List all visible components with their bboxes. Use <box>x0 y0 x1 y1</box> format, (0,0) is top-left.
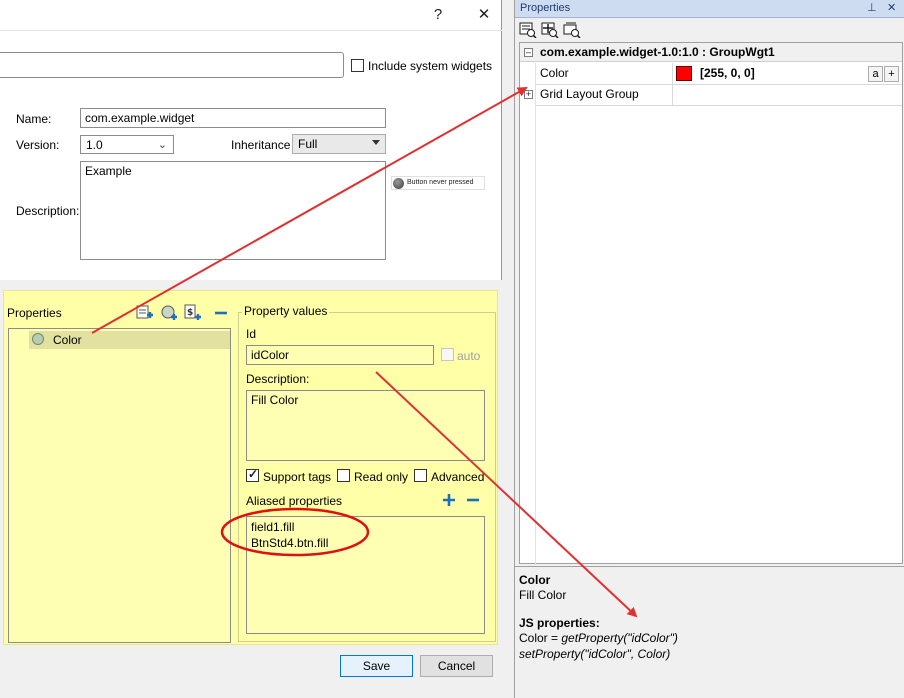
properties-view-icon[interactable] <box>519 22 537 39</box>
row-divider <box>535 84 902 85</box>
info-description: Fill Color <box>519 588 567 602</box>
property-info: Color Fill Color JS properties: Color = … <box>515 566 904 698</box>
grid-gutter <box>535 63 536 565</box>
js-getter-prefix: Color = <box>519 631 562 645</box>
version-label: Version: <box>16 138 60 152</box>
aliased-properties-label: Aliased properties <box>246 494 343 508</box>
version-value: 1.0 <box>86 138 103 152</box>
color-swatch[interactable] <box>676 66 692 81</box>
remove-alias-icon[interactable] <box>464 491 482 509</box>
id-field[interactable]: idColor <box>246 345 434 365</box>
include-system-widgets-label: Include system widgets <box>368 59 493 73</box>
list-item[interactable]: Color <box>29 331 230 349</box>
support-tags-label: Support tags <box>263 470 332 484</box>
property-item-label: Color <box>53 333 82 347</box>
js-title: JS properties: <box>519 616 600 630</box>
properties-panel: Properties ⊥ ✕ – com.example.widget-1.0:… <box>514 0 904 698</box>
property-name: Color <box>540 66 569 80</box>
js-getter-call: getProperty("idColor") <box>561 631 678 645</box>
remove-property-icon[interactable] <box>212 304 230 322</box>
inheritance-label: Inheritance <box>231 138 291 152</box>
property-value[interactable]: [255, 0, 0] <box>700 63 755 83</box>
description-label: Description: <box>16 204 80 218</box>
aliased-properties-list: field1.fill BtnStd4.btn.fill <box>246 516 485 634</box>
row-divider <box>535 105 902 106</box>
include-system-widgets-checkbox[interactable] <box>351 59 364 72</box>
properties-titlebar: Properties ⊥ ✕ <box>515 0 904 18</box>
help-button[interactable]: ? <box>424 4 452 26</box>
svg-text:$: $ <box>187 308 193 318</box>
name-field[interactable]: com.example.widget <box>80 108 386 128</box>
property-description-label: Description: <box>246 372 310 386</box>
widget-preview: Button never pressed <box>391 176 485 190</box>
advanced-checkbox[interactable] <box>414 469 427 482</box>
property-row-color[interactable]: Color [255, 0, 0] a + <box>520 63 902 84</box>
name-label: Name: <box>16 112 52 126</box>
property-description-field[interactable]: Fill Color <box>246 390 485 461</box>
collapse-icon[interactable]: – <box>524 48 533 57</box>
read-only-label: Read only <box>354 470 409 484</box>
title-separator <box>0 30 502 31</box>
js-getter: Color = getProperty("idColor") <box>519 631 678 645</box>
add-value-property-icon[interactable]: $ <box>184 304 202 322</box>
property-name: Grid Layout Group <box>540 87 639 101</box>
chevron-down-icon: ⌄ <box>157 139 167 151</box>
list-item[interactable]: BtnStd4.btn.fill <box>251 536 328 550</box>
info-title: Color <box>519 573 551 587</box>
auto-checkbox[interactable] <box>441 348 454 361</box>
preview-text: Button never pressed <box>407 179 474 186</box>
events-view-icon[interactable] <box>541 22 559 39</box>
cancel-button[interactable]: Cancel <box>420 655 493 677</box>
preview-button-icon <box>393 178 404 189</box>
filter-view-icon[interactable] <box>563 22 581 39</box>
add-property-icon[interactable] <box>136 304 154 322</box>
properties-title: Properties <box>520 2 571 14</box>
js-setter: setProperty("idColor", Color) <box>519 647 671 661</box>
properties-label: Properties <box>7 306 62 320</box>
description-field[interactable]: Example <box>80 161 386 260</box>
list-item[interactable]: field1.fill <box>251 520 294 534</box>
circle-property-icon <box>32 333 44 345</box>
add-alias-icon[interactable] <box>440 491 458 509</box>
property-values-label: Property values <box>242 304 330 318</box>
column-divider <box>672 63 673 106</box>
expression-button[interactable]: a <box>868 66 883 82</box>
inheritance-value: Full <box>298 137 318 151</box>
close-button[interactable]: ✕ <box>470 4 498 26</box>
group-header[interactable]: – com.example.widget-1.0:1.0 : GroupWgt1 <box>520 43 902 62</box>
properties-editor: Properties $ Color Property values Id id… <box>3 290 498 645</box>
inheritance-select[interactable]: Full <box>292 134 386 154</box>
auto-label: auto <box>457 349 481 363</box>
id-label: Id <box>246 327 257 341</box>
add-button[interactable]: + <box>884 66 899 82</box>
dropdown-arrow-icon <box>372 140 380 145</box>
support-tags-checkbox[interactable] <box>246 467 259 482</box>
add-color-property-icon[interactable] <box>160 304 178 322</box>
expand-icon[interactable]: + <box>524 90 533 99</box>
group-header-label: com.example.widget-1.0:1.0 : GroupWgt1 <box>540 45 775 59</box>
version-select[interactable]: 1.0 ⌄ <box>80 135 174 154</box>
property-list: Color <box>8 328 231 643</box>
close-icon[interactable]: ✕ <box>887 1 896 14</box>
read-only-checkbox[interactable] <box>337 469 350 482</box>
property-grid: – com.example.widget-1.0:1.0 : GroupWgt1… <box>519 42 903 565</box>
widget-dialog: ? ✕ Include system widgets Name: com.exa… <box>0 0 502 691</box>
property-row-grid-layout[interactable]: + Grid Layout Group <box>520 85 902 105</box>
search-input[interactable] <box>0 52 344 78</box>
save-button[interactable]: Save <box>340 655 413 677</box>
advanced-label: Advanced <box>431 470 485 484</box>
pin-icon[interactable]: ⊥ <box>867 1 877 14</box>
